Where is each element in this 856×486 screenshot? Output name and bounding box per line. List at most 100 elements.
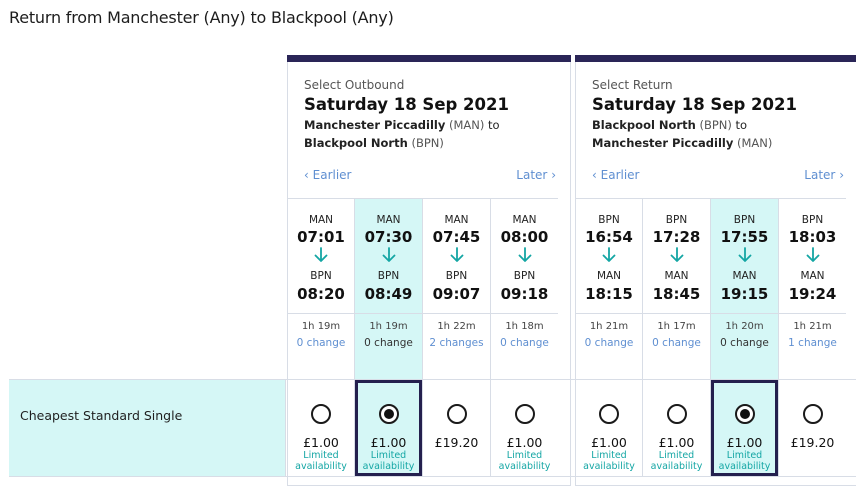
fare-cell[interactable]: £1.00 Limited availability [643,380,710,476]
fare-cell[interactable]: £19.20 [423,380,490,476]
journey-changes-link[interactable]: 1 change [779,337,846,349]
journey-times[interactable]: BPN 17:28 MAN 18:45 [643,199,710,313]
departure-station-code: MAN [512,214,537,226]
return-later-link[interactable]: Later › [804,168,844,182]
journey-changes-link[interactable]: 0 change [576,337,642,349]
journey-times[interactable]: BPN 18:03 MAN 19:24 [779,199,846,313]
journey-changes-link[interactable]: 0 change [491,337,558,349]
arrow-down-icon [423,247,490,267]
fare-radio-button[interactable] [599,404,619,424]
departure-station-code: BPN [733,214,756,226]
journey-changes-link[interactable]: 2 changes [423,337,490,349]
fare-cell[interactable]: £1.00 Limited availability [491,380,558,476]
arrow-down-icon [355,247,422,267]
outbound-journey-column[interactable]: MAN 08:00 BPN 09:18 1h 18m 0 change £1.00 Limit… [491,198,558,477]
departure-time: 17:28 [652,228,701,246]
departure-time: 07:01 [297,228,345,246]
journey-changes-link[interactable]: 0 change [288,337,354,349]
fare-radio-button[interactable] [514,404,535,424]
fare-radio-button[interactable] [734,404,755,424]
journey-details: 1h 21m 0 change [576,313,642,379]
radio-selected-dot [739,409,750,419]
panel-accent-bar [575,55,856,62]
fare-availability: Limited availability [498,450,551,472]
journey-times[interactable]: BPN 17:55 MAN 19:15 [711,199,778,313]
return-earlier-link[interactable]: ‹ Earlier [592,168,640,182]
journey-times[interactable]: BPN 16:54 MAN 18:15 [576,199,642,313]
fare-availability: Limited availability [718,450,771,472]
return-date: Saturday 18 Sep 2021 [592,95,797,114]
fare-radio-button[interactable] [311,404,331,424]
return-journey-column[interactable]: BPN 17:55 MAN 19:15 1h 20m 0 change £1.00 Limit… [711,198,779,477]
journey-duration: 1h 22m [437,321,476,332]
fare-radio-button[interactable] [378,404,399,424]
radio-selected-dot [383,409,394,419]
return-journey-column[interactable]: BPN 17:28 MAN 18:45 1h 17m 0 change £1.00 Limit… [643,198,711,477]
outbound-from-station: Manchester Piccadilly [304,118,446,132]
later-label: Later [516,168,548,182]
journey-changes-link[interactable]: 0 change [711,337,778,349]
outbound-journey-column[interactable]: MAN 07:30 BPN 08:49 1h 19m 0 change £1.00 Limit… [355,198,423,477]
arrival-station-code: MAN [664,270,689,282]
departure-time: 07:45 [432,228,481,246]
journey-details: 1h 20m 0 change [711,313,778,379]
return-label: Select Return [592,78,673,92]
departure-station-code: MAN [444,214,469,226]
fare-cell[interactable]: £1.00 Limited availability [576,380,642,476]
arrival-station-code: BPN [445,270,468,282]
outbound-later-link[interactable]: Later › [516,168,556,182]
journey-details: 1h 18m 0 change [491,313,558,379]
fare-radio-button[interactable] [666,404,687,424]
arrival-time: 08:49 [364,285,413,303]
arrow-down-icon [711,247,778,267]
return-journey-column[interactable]: BPN 18:03 MAN 19:24 1h 21m 1 change £19.20 [779,198,846,477]
fare-price: £1.00 [303,435,339,450]
return-panel: Select Return Saturday 18 Sep 2021 Black… [575,55,856,486]
fare-cell[interactable]: £1.00 Limited availability [711,380,778,476]
fare-radio-button[interactable] [446,404,467,424]
departure-station-code: BPN [598,214,620,226]
page-title: Return from Manchester (Any) to Blackpoo… [9,8,394,27]
journey-times[interactable]: MAN 07:30 BPN 08:49 [355,199,422,313]
departure-station-code: MAN [376,214,401,226]
arrival-station-code: MAN [800,270,825,282]
panel-accent-bar [287,55,571,62]
outbound-journey-column[interactable]: MAN 07:45 BPN 09:07 1h 22m 2 changes £19.20 [423,198,491,477]
journey-times[interactable]: MAN 07:01 BPN 08:20 [288,199,354,313]
outbound-from-code: (MAN) [449,118,485,132]
outbound-to-station: Blackpool North [304,136,408,150]
journey-duration: 1h 17m [657,321,696,332]
fare-availability: Limited availability [295,450,347,472]
departure-time: 17:55 [720,228,769,246]
outbound-earlier-link[interactable]: ‹ Earlier [304,168,352,182]
journey-changes-link[interactable]: 0 change [355,337,422,349]
departure-station-code: BPN [665,214,688,226]
fare-radio-button[interactable] [802,404,823,424]
fare-price: £19.20 [790,435,835,450]
earlier-label: Earlier [600,168,640,182]
arrival-time: 18:45 [652,285,701,303]
fare-cell[interactable]: £1.00 Limited availability [288,380,354,476]
fare-cell[interactable]: £1.00 Limited availability [355,380,422,476]
journey-duration: 1h 21m [793,321,832,332]
arrow-down-icon [491,247,558,267]
journey-times[interactable]: MAN 07:45 BPN 09:07 [423,199,490,313]
arrival-time: 09:18 [500,285,549,303]
journey-changes-link[interactable]: 0 change [643,337,710,349]
departure-time: 08:00 [500,228,549,246]
return-from-station: Blackpool North [592,118,696,132]
fare-availability: Limited availability [583,450,635,472]
return-journey-column[interactable]: BPN 16:54 MAN 18:15 1h 21m 0 change £1.00 Limit… [576,198,643,477]
outbound-label: Select Outbound [304,78,405,92]
journey-times[interactable]: MAN 08:00 BPN 09:18 [491,199,558,313]
journey-duration: 1h 18m [505,321,544,332]
chevron-right-icon: › [839,168,844,182]
earlier-label: Earlier [312,168,352,182]
journey-duration: 1h 20m [725,321,764,332]
fare-price: £1.00 [506,435,543,450]
return-from-code: (BPN) [699,118,732,132]
fare-cell[interactable]: £19.20 [779,380,846,476]
outbound-journey-column[interactable]: MAN 07:01 BPN 08:20 1h 19m 0 change £1.00 Limit… [288,198,355,477]
chevron-left-icon: ‹ [304,168,309,182]
journey-details: 1h 19m 0 change [288,313,354,379]
